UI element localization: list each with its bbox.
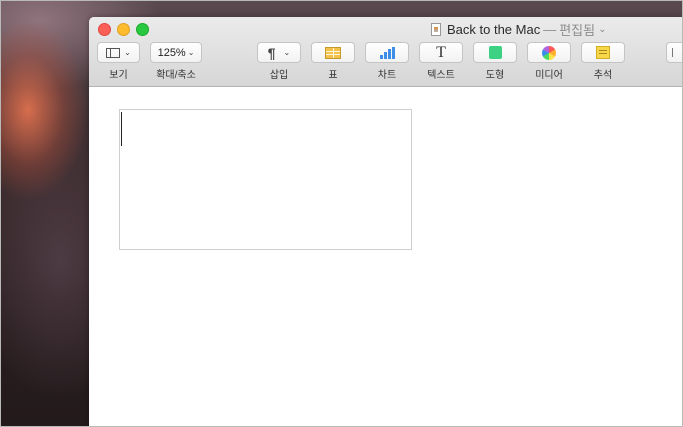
text-label: 텍스트	[427, 70, 455, 81]
overflow-toolbar-button[interactable]	[666, 42, 683, 63]
table-label: 표	[328, 70, 338, 81]
table-button[interactable]	[311, 42, 355, 63]
insert-button[interactable]: ¶ ⌄	[257, 42, 301, 63]
window-title[interactable]: Back to the Mac — 편집됨 ⌄	[431, 20, 607, 38]
comment-label: 추석	[593, 70, 613, 81]
photos-icon	[542, 45, 556, 60]
minimize-button[interactable]	[117, 23, 130, 36]
shape-icon	[488, 46, 502, 59]
paragraph-icon: ¶	[267, 44, 276, 61]
zoom-dropdown[interactable]: 125% ⌄	[150, 42, 202, 63]
document-canvas[interactable]	[89, 87, 683, 427]
bar-chart-icon	[379, 46, 395, 59]
text-button[interactable]: T	[419, 42, 463, 63]
insert-label: 삽입	[269, 70, 289, 81]
title-separator: —	[543, 21, 557, 37]
zoom-value: 125%	[157, 46, 186, 59]
chevron-down-icon: ⌄	[187, 48, 195, 57]
title-chevron-icon: ⌄	[598, 23, 607, 35]
pages-window: Back to the Mac — 편집됨 ⌄ ⌄ 보기 125% ⌄ 확대/축…	[89, 17, 683, 427]
fullscreen-button[interactable]	[136, 23, 149, 36]
note-icon	[596, 46, 610, 59]
text-box[interactable]	[119, 109, 412, 250]
chart-label: 차트	[377, 70, 397, 81]
document-name: Back to the Mac	[447, 21, 541, 37]
chart-button[interactable]	[365, 42, 409, 63]
shape-button[interactable]	[473, 42, 517, 63]
media-button[interactable]	[527, 42, 571, 63]
text-icon: T	[436, 43, 446, 61]
title-bar: Back to the Mac — 편집됨 ⌄ ⌄ 보기 125% ⌄ 확대/축…	[89, 17, 683, 87]
close-button[interactable]	[98, 23, 111, 36]
media-label: 미디어	[535, 70, 563, 81]
table-icon	[325, 46, 341, 59]
chevron-down-icon: ⌄	[283, 48, 291, 57]
comment-button[interactable]	[581, 42, 625, 63]
chevron-down-icon: ⌄	[124, 48, 131, 57]
view-button[interactable]: ⌄	[97, 42, 140, 63]
edited-status: 편집됨	[559, 22, 596, 38]
document-icon	[431, 22, 441, 36]
sidebar-view-icon	[106, 47, 121, 58]
shape-label: 도형	[485, 70, 505, 81]
view-label: 보기	[109, 70, 128, 81]
text-cursor	[121, 112, 122, 146]
zoom-label: 확대/축소	[156, 70, 196, 81]
